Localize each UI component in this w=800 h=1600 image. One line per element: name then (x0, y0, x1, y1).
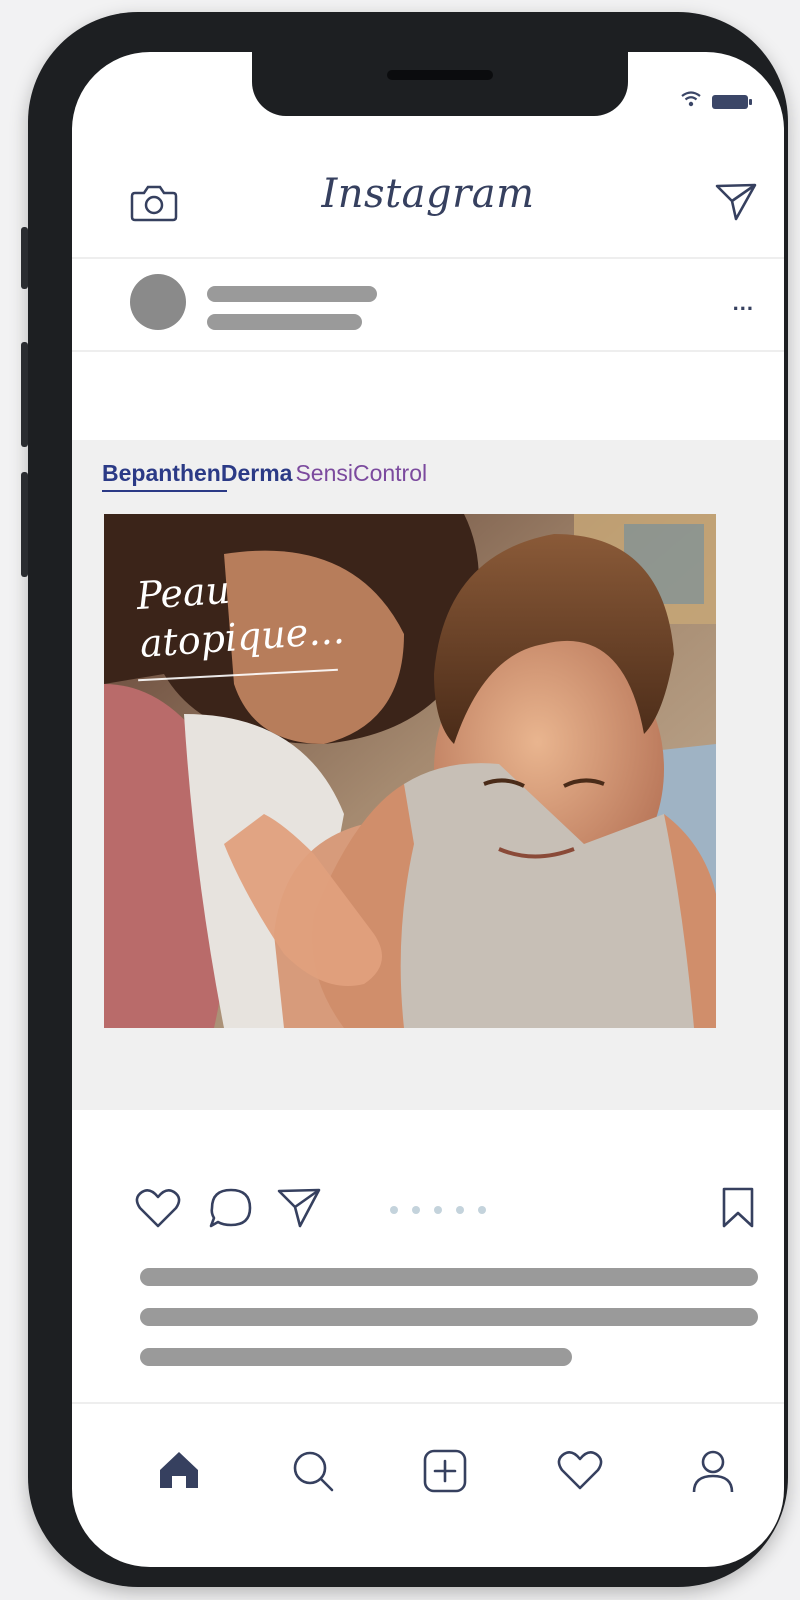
post-header-divider (72, 350, 784, 352)
activity-heart-icon[interactable] (556, 1448, 604, 1497)
comment-icon[interactable] (208, 1186, 254, 1235)
comments-placeholder (140, 1348, 572, 1366)
brand-logo: BepanthenDerma SensiControl (102, 460, 427, 487)
wifi-icon (680, 90, 702, 113)
brand-underline (102, 490, 227, 492)
status-bar (680, 90, 752, 113)
image-caption-line1: Peau (135, 567, 232, 619)
profile-icon[interactable] (690, 1448, 736, 1499)
battery-icon (712, 94, 752, 109)
home-icon[interactable] (156, 1448, 202, 1497)
location-placeholder (207, 314, 362, 330)
carousel-dot (434, 1206, 442, 1214)
post-photo: Peau atopique... (104, 514, 716, 1028)
image-caption: Peau atopique... (135, 559, 346, 667)
add-post-icon[interactable] (422, 1448, 468, 1499)
caption-placeholder (140, 1308, 758, 1326)
header-divider (72, 257, 784, 259)
post-actions (72, 1182, 784, 1242)
notch (252, 52, 628, 116)
brand-name: BepanthenDerma (102, 460, 293, 486)
post-media[interactable]: BepanthenDerma SensiControl Peau atopiqu… (72, 440, 784, 1110)
share-send-icon[interactable] (276, 1186, 322, 1235)
avatar[interactable] (130, 274, 186, 330)
mute-switch (21, 227, 28, 289)
app-logo: Instagram (321, 171, 535, 217)
carousel-dot (390, 1206, 398, 1214)
bottom-navigation (72, 1402, 784, 1567)
phone-screen: Instagram ... BepanthenDerma SensiControl (72, 52, 784, 1567)
speaker-grille (387, 70, 493, 80)
carousel-dot (412, 1206, 420, 1214)
instagram-header: Instagram (72, 147, 784, 257)
send-icon[interactable] (714, 181, 758, 228)
volume-up-button (21, 342, 28, 447)
carousel-indicator (390, 1206, 486, 1214)
username-placeholder (207, 286, 377, 302)
carousel-dot (456, 1206, 464, 1214)
search-icon[interactable] (290, 1448, 336, 1497)
brand-product: SensiControl (295, 460, 428, 486)
volume-down-button (21, 472, 28, 577)
carousel-dot (478, 1206, 486, 1214)
heart-icon[interactable] (134, 1186, 182, 1235)
more-options-icon[interactable]: ... (733, 290, 754, 316)
bookmark-icon[interactable] (720, 1186, 756, 1235)
phone-frame: Instagram ... BepanthenDerma SensiControl (21, 12, 788, 1587)
likes-placeholder (140, 1268, 758, 1286)
